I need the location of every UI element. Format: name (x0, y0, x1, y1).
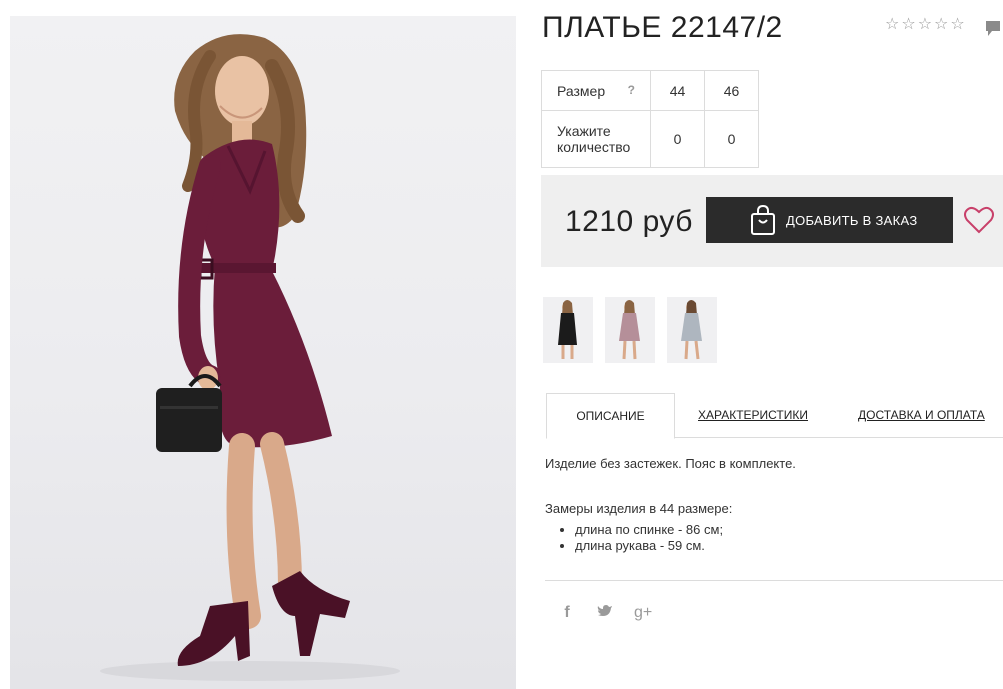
product-price: 1210 руб (565, 205, 693, 238)
tab-delivery-payment[interactable]: ДОСТАВКА И ОПЛАТА (858, 393, 985, 438)
star-icon[interactable]: ☆ (885, 15, 899, 35)
product-title: ПЛАТЬЕ 22147/2 (542, 11, 783, 44)
tab-description[interactable]: ОПИСАНИЕ (546, 393, 675, 439)
measurements-list: длина по спинке - 86 см; длина рукава - … (545, 522, 995, 554)
quantity-input[interactable]: 0 (704, 110, 759, 168)
heart-icon[interactable] (964, 206, 994, 239)
thumbnail-gallery (543, 297, 717, 363)
size-option: 44 (650, 70, 705, 111)
size-table: Размер ? 44 46 Укажите количество 0 0 (541, 70, 759, 168)
rating-stars[interactable]: ☆ ☆ ☆ ☆ ☆ (885, 15, 965, 35)
shopping-bag-icon (750, 205, 776, 235)
quantity-input[interactable]: 0 (650, 110, 705, 168)
thumbnail-mauve-dress[interactable] (605, 297, 655, 363)
measurements-title: Замеры изделия в 44 размере: (545, 501, 733, 516)
product-tabs: ОПИСАНИЕ ХАРАКТЕРИСТИКИ ДОСТАВКА И ОПЛАТ… (546, 393, 1003, 439)
price-box: 1210 руб ДОБАВИТЬ В ЗАКАЗ (541, 175, 1003, 267)
google-plus-icon[interactable]: g+ (634, 604, 652, 622)
facebook-icon[interactable]: f (558, 604, 576, 622)
thumbnail-grey-dress[interactable] (667, 297, 717, 363)
comment-icon[interactable] (985, 20, 1001, 43)
add-to-order-label: ДОБАВИТЬ В ЗАКАЗ (786, 212, 918, 228)
description-panel: Изделие без застежек. Пояс в комплекте. … (545, 456, 995, 554)
list-item: длина по спинке - 86 см; (575, 522, 995, 538)
star-icon[interactable]: ☆ (950, 15, 964, 35)
add-to-order-button[interactable]: ДОБАВИТЬ В ЗАКАЗ (706, 197, 953, 243)
social-share: f g+ (558, 604, 652, 622)
size-help-icon[interactable]: ? (628, 83, 635, 97)
star-icon[interactable]: ☆ (901, 15, 915, 35)
description-intro: Изделие без застежек. Пояс в комплекте. (545, 456, 796, 471)
thumbnail-black-dress[interactable] (543, 297, 593, 363)
divider (545, 580, 1003, 581)
star-icon[interactable]: ☆ (918, 15, 932, 35)
star-icon[interactable]: ☆ (934, 15, 948, 35)
tab-characteristics[interactable]: ХАРАКТЕРИСТИКИ (698, 393, 808, 438)
size-option: 46 (704, 70, 759, 111)
size-label-cell: Размер ? (541, 70, 651, 111)
twitter-icon[interactable] (596, 604, 614, 622)
main-product-photo[interactable] (10, 16, 516, 689)
size-label: Размер (557, 82, 606, 99)
quantity-label: Укажите количество (541, 110, 651, 168)
list-item: длина рукава - 59 см. (575, 538, 995, 554)
